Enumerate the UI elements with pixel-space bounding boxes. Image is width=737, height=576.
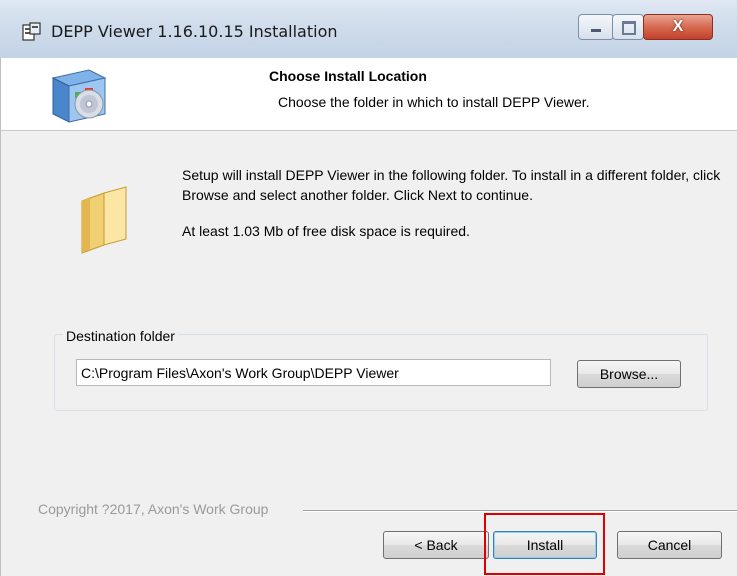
minimize-icon (591, 29, 601, 32)
destination-folder-label: Destination folder (63, 328, 178, 344)
folder-icon (81, 186, 127, 254)
install-cd-box-icon (51, 69, 107, 123)
browse-button[interactable]: Browse... (577, 360, 681, 388)
window-title: DEPP Viewer 1.16.10.15 Installation (51, 22, 338, 41)
minimize-button[interactable] (578, 14, 614, 40)
back-button[interactable]: < Back (383, 531, 489, 559)
copyright-text: Copyright ?2017, Axon's Work Group (38, 501, 269, 517)
destination-path-input[interactable] (76, 359, 551, 386)
footer-separator (303, 510, 737, 512)
page-title: Choose Install Location (269, 68, 427, 84)
space-required-text: At least 1.03 Mb of free disk space is r… (182, 223, 470, 239)
installer-icon (22, 22, 41, 41)
maximize-button[interactable] (612, 14, 644, 40)
cancel-button[interactable]: Cancel (617, 531, 722, 559)
wizard-body: Setup will install DEPP Viewer in the fo… (0, 131, 737, 576)
page-subtitle: Choose the folder in which to install DE… (278, 94, 590, 110)
window-controls: X (576, 14, 726, 42)
close-icon: X (672, 18, 684, 35)
title-bar[interactable]: DEPP Viewer 1.16.10.15 Installation X (0, 0, 737, 58)
maximize-icon (622, 21, 636, 35)
install-description: Setup will install DEPP Viewer in the fo… (182, 167, 721, 203)
install-highlight-box (484, 513, 605, 575)
close-button[interactable]: X (643, 14, 713, 40)
wizard-header: Choose Install Location Choose the folde… (0, 58, 737, 131)
